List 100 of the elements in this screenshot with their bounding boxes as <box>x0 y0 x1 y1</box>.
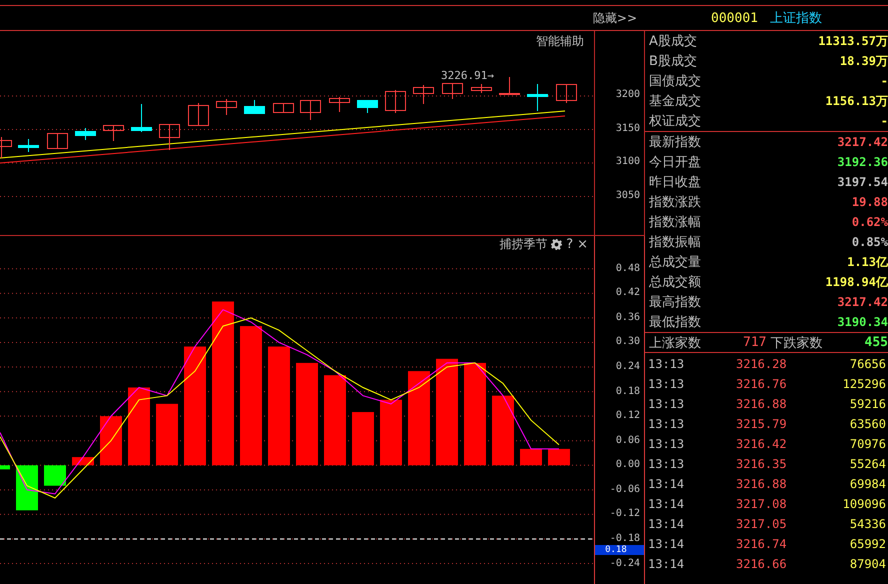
trade-volume: 63560 <box>848 417 887 431</box>
settings-icon[interactable] <box>551 239 562 250</box>
histogram-bar <box>520 448 542 466</box>
axis-label: -0.06 <box>610 484 640 496</box>
stat-label: 今日开盘 <box>649 154 701 171</box>
trade-volume: 55264 <box>848 457 887 471</box>
candlestick <box>385 90 406 114</box>
axis-label: 0.24 <box>616 361 640 373</box>
stat-label: 最低指数 <box>649 314 701 331</box>
axis-label: 3150 <box>616 122 640 134</box>
candlestick <box>442 82 463 100</box>
trade-time: 13:13 <box>648 357 686 371</box>
stat-label: 总成交量 <box>649 254 701 271</box>
candlestick <box>556 84 577 104</box>
stat-value: 3217.42 <box>837 295 888 309</box>
stat-label: B股成交 <box>649 53 697 70</box>
trade-volume: 69984 <box>848 477 887 491</box>
stat-label: A股成交 <box>649 33 697 50</box>
candlestick <box>131 104 152 132</box>
trade-volume: 76656 <box>848 357 887 371</box>
axis-label: 3050 <box>616 190 640 202</box>
trade-time: 13:14 <box>648 477 686 491</box>
trade-price: 3216.42 <box>736 437 788 451</box>
trade-time: 13:14 <box>648 557 686 571</box>
chart-title: 智能辅助 <box>536 33 584 50</box>
trade-volume: 59216 <box>848 397 887 411</box>
stat-value: 1156.13万 <box>825 92 888 110</box>
stat-value: - <box>880 74 888 88</box>
candlestick <box>499 76 520 95</box>
candlestick <box>273 102 294 113</box>
stat-label: 上涨家数 <box>649 334 701 352</box>
hide-button[interactable]: 隐藏>> <box>588 10 641 26</box>
stat-label: 最新指数 <box>649 134 701 151</box>
axis-label: -0.24 <box>610 558 640 570</box>
index-name: 上证指数 <box>770 10 822 27</box>
stat-value: 11313.57万 <box>818 32 888 50</box>
trade-price: 3217.05 <box>736 517 788 531</box>
axis-label: 0.12 <box>616 410 640 422</box>
indicator-title: 捕捞季节 <box>499 236 548 253</box>
trade-price: 3216.66 <box>736 557 788 571</box>
candlestick <box>216 98 237 116</box>
stat-label: 下跌家数 <box>770 334 822 352</box>
axis-label: 0.30 <box>616 336 640 348</box>
stat-label: 国债成交 <box>649 73 701 90</box>
stat-value: 3197.54 <box>837 175 888 189</box>
histogram-bar <box>0 465 10 470</box>
axis-label: 3100 <box>616 156 640 168</box>
trade-price: 3216.88 <box>736 397 788 411</box>
trade-price: 3216.76 <box>736 377 788 391</box>
axis-label: 0.48 <box>616 262 640 275</box>
candlestick <box>527 84 548 112</box>
crosshair-value-label: 0.18 <box>595 545 644 555</box>
histogram-bar <box>156 404 178 466</box>
axis-label: 0.42 <box>616 287 640 300</box>
advancing-count: 717 <box>743 335 766 350</box>
stat-value: 1198.94亿 <box>825 274 888 290</box>
stat-label: 指数涨跌 <box>649 194 701 211</box>
trade-price: 3217.08 <box>736 497 788 511</box>
stat-label: 最高指数 <box>649 294 701 311</box>
stat-value: 3217.42 <box>837 135 888 149</box>
trade-price: 3216.88 <box>736 477 788 491</box>
histogram-bar <box>100 416 122 466</box>
axis-label: -0.12 <box>610 508 640 520</box>
stat-value: 1.13亿 <box>847 254 888 270</box>
axis-label: 0.36 <box>616 312 640 324</box>
candlestick <box>413 84 434 104</box>
histogram-bar <box>548 448 570 466</box>
histogram-bar <box>492 396 514 466</box>
declining-count: 455 <box>864 335 888 350</box>
histogram-bar <box>380 400 402 466</box>
stock-code: 000001 <box>711 10 758 26</box>
trade-time: 13:14 <box>648 517 686 531</box>
candlestick <box>188 102 209 126</box>
trade-volume: 70976 <box>848 437 887 451</box>
stat-label: 昨日收盘 <box>649 174 701 191</box>
trade-price: 3216.28 <box>736 357 788 371</box>
stat-label: 总成交额 <box>649 274 701 291</box>
help-button[interactable]: ? <box>566 237 574 252</box>
stat-value: 0.85% <box>852 235 888 249</box>
stat-label: 指数振幅 <box>649 234 701 251</box>
close-button[interactable]: × <box>577 237 588 252</box>
stat-value: 19.88 <box>852 195 888 209</box>
candlestick <box>0 136 12 158</box>
histogram-bar <box>16 465 38 510</box>
trade-volume: 125296 <box>842 377 887 391</box>
trade-time: 13:14 <box>648 497 686 511</box>
stat-value: 3192.36 <box>837 155 888 169</box>
histogram-bar <box>44 465 66 486</box>
trade-price: 3215.79 <box>736 417 788 431</box>
trade-volume: 87904 <box>848 557 887 571</box>
candlestick <box>329 96 350 112</box>
stat-label: 权证成交 <box>649 113 701 130</box>
trade-time: 13:13 <box>648 397 686 411</box>
trade-time: 13:13 <box>648 457 686 471</box>
candlestick <box>244 100 265 114</box>
axis-label: 0.06 <box>616 434 640 447</box>
stat-value: 18.39万 <box>840 52 888 70</box>
candlestick <box>471 84 492 94</box>
candlestick <box>75 128 96 140</box>
candlestick <box>47 132 68 149</box>
